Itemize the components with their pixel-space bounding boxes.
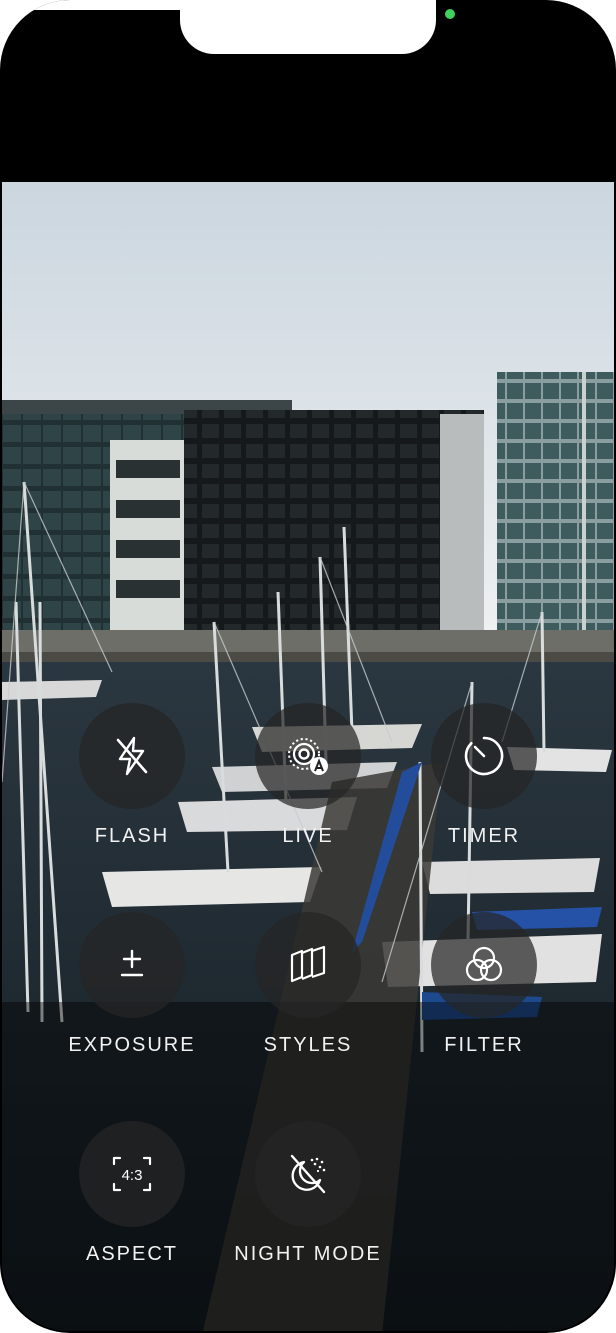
styles-button[interactable]: [255, 912, 361, 1018]
live-photo-auto-icon: [288, 738, 328, 775]
filter-button[interactable]: [431, 912, 537, 1018]
night-mode-button[interactable]: [255, 1121, 361, 1227]
photographic-styles-icon: [290, 945, 326, 983]
aspect-control[interactable]: 4:3 ASPECT: [42, 1121, 222, 1266]
night-mode-label: NIGHT MODE: [234, 1243, 382, 1265]
aspect-label: ASPECT: [85, 1243, 179, 1265]
flash-label: FLASH: [94, 825, 170, 847]
timer-icon: [464, 736, 504, 776]
filter-control[interactable]: FILTER: [394, 912, 574, 1057]
exposure-plus-minus-icon: [120, 949, 144, 977]
live-control[interactable]: LIVE: [218, 703, 398, 848]
aspect-button[interactable]: 4:3: [79, 1121, 185, 1227]
styles-label: STYLES: [263, 1034, 353, 1056]
night-mode-off-icon: [290, 1154, 326, 1194]
filter-icon: [465, 946, 503, 982]
live-button[interactable]: [255, 703, 361, 809]
flash-button[interactable]: [79, 703, 185, 809]
exposure-label: EXPOSURE: [68, 1034, 196, 1056]
aspect-ratio-icon: 4:3: [112, 1156, 152, 1192]
phone-frame: FLASH LIVE TIMER EXPOSURE STYLES FILTER …: [0, 0, 616, 1333]
timer-control[interactable]: TIMER: [394, 703, 574, 848]
filter-label: FILTER: [444, 1034, 524, 1056]
exposure-control[interactable]: EXPOSURE: [42, 912, 222, 1057]
timer-button[interactable]: [431, 703, 537, 809]
camera-options-panel: FLASH LIVE TIMER EXPOSURE STYLES FILTER …: [0, 0, 616, 1333]
timer-label: TIMER: [447, 825, 521, 847]
flash-control[interactable]: FLASH: [42, 703, 222, 848]
styles-control[interactable]: STYLES: [218, 912, 398, 1057]
live-label: LIVE: [282, 825, 334, 847]
flash-off-icon: [116, 736, 148, 776]
night-mode-control[interactable]: NIGHT MODE: [218, 1121, 398, 1266]
exposure-button[interactable]: [79, 912, 185, 1018]
aspect-ratio-text: 4:3: [122, 1167, 143, 1184]
